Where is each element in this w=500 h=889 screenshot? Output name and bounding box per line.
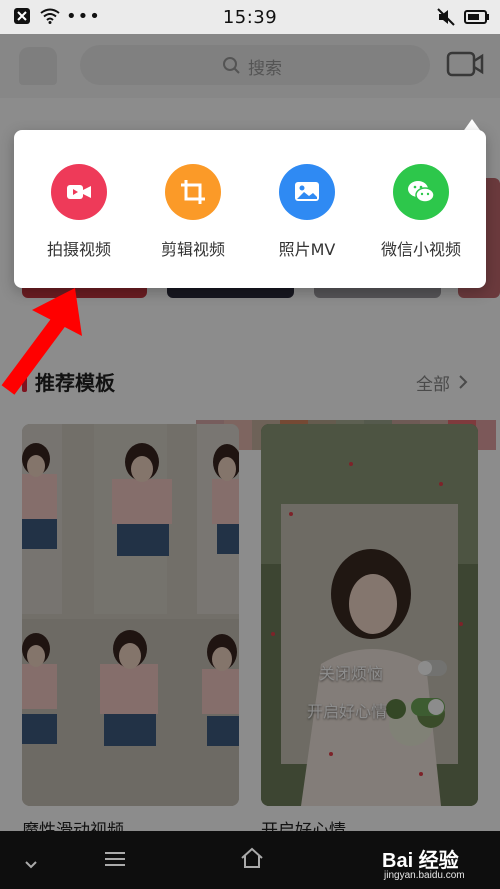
edit-video-label: 剪辑视频 — [160, 240, 225, 259]
crop-icon — [165, 164, 221, 220]
menu-icon[interactable] — [104, 851, 126, 871]
create-menu-popup: 拍摄视频 剪辑视频 照片MV 微信小视频 — [14, 130, 486, 288]
app-content: 搜索 推荐模板 全部 关闭烦恼 开启好心情 魔性滑动视频 开启好心情 拍摄视频 … — [0, 34, 500, 831]
home-icon[interactable] — [240, 847, 264, 873]
baidu-jingyan-watermark: Bai 经验 jingyan.baidu.com — [372, 838, 500, 888]
photo-mv-button[interactable]: 照片MV — [252, 164, 362, 274]
wechat-video-label: 微信小视频 — [380, 240, 461, 259]
watermark-logo: Bai 经验 — [382, 850, 459, 872]
video-camera-icon — [51, 164, 107, 220]
status-time: 15:39 — [222, 7, 278, 28]
watermark-url: jingyan.baidu.com — [384, 870, 465, 881]
status-bar: ••• 15:39 — [0, 0, 500, 34]
mute-icon — [436, 8, 456, 31]
photo-mv-label: 照片MV — [278, 240, 336, 259]
wechat-icon — [393, 164, 449, 220]
annotation-arrow-icon — [0, 280, 100, 404]
shoot-video-button[interactable]: 拍摄视频 — [24, 164, 134, 274]
collapse-icon[interactable] — [24, 855, 38, 874]
shoot-video-label: 拍摄视频 — [46, 240, 111, 259]
battery-icon — [464, 9, 490, 29]
photo-icon — [279, 164, 335, 220]
edit-video-button[interactable]: 剪辑视频 — [138, 164, 248, 274]
wechat-video-button[interactable]: 微信小视频 — [366, 164, 476, 274]
